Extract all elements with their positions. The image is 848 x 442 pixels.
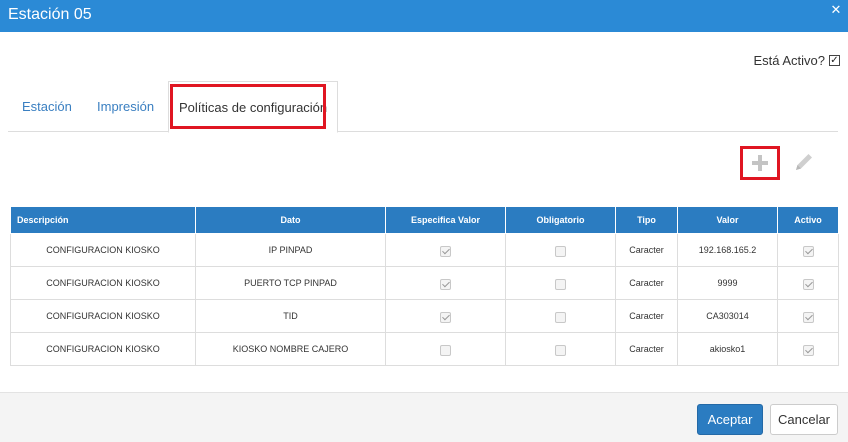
cell-dato: IP PINPAD xyxy=(195,233,386,267)
tab-impresion[interactable]: Impresión xyxy=(97,81,154,132)
col-especifica-valor[interactable]: Especifica Valor xyxy=(385,206,506,234)
add-button[interactable] xyxy=(740,146,780,180)
obligatorio-checkbox xyxy=(555,311,566,323)
cell-dato: PUERTO TCP PINPAD xyxy=(195,266,386,300)
cell-valor: 192.168.165.2 xyxy=(677,233,778,267)
col-obligatorio[interactable]: Obligatorio xyxy=(505,206,616,234)
edit-button[interactable] xyxy=(792,150,816,174)
col-dato[interactable]: Dato xyxy=(195,206,386,234)
table-row[interactable]: CONFIGURACION KIOSKO TID Caracter CA3030… xyxy=(10,299,839,333)
active-label: Está Activo? xyxy=(753,53,825,68)
close-icon[interactable]: ✕ xyxy=(828,2,844,18)
col-activo[interactable]: Activo xyxy=(777,206,839,234)
cell-descripcion: CONFIGURACION KIOSKO xyxy=(10,266,196,300)
active-toggle: Está Activo? ✓ xyxy=(753,53,840,68)
especifica-valor-checkbox xyxy=(440,344,451,356)
especifica-valor-checkbox xyxy=(440,278,451,290)
cell-descripcion: CONFIGURACION KIOSKO xyxy=(10,299,196,333)
obligatorio-checkbox xyxy=(555,278,566,290)
cell-tipo: Caracter xyxy=(615,332,678,366)
activo-checkbox xyxy=(802,311,814,323)
tab-politicas-configuracion[interactable]: Políticas de configuración xyxy=(168,81,339,133)
activo-checkbox xyxy=(802,278,814,290)
accept-button[interactable]: Aceptar xyxy=(697,404,763,435)
activo-checkbox xyxy=(802,344,814,356)
cell-tipo: Caracter xyxy=(615,299,678,333)
cancel-button[interactable]: Cancelar xyxy=(770,404,838,435)
dialog-titlebar: Estación 05 ✕ xyxy=(0,0,848,32)
obligatorio-checkbox xyxy=(555,245,566,257)
tab-bar: Estación Impresión Políticas de configur… xyxy=(8,81,838,133)
obligatorio-checkbox xyxy=(555,344,566,356)
cell-dato: TID xyxy=(195,299,386,333)
activo-checkbox xyxy=(802,245,814,257)
col-valor[interactable]: Valor xyxy=(677,206,778,234)
cell-valor: CA303014 xyxy=(677,299,778,333)
cell-tipo: Caracter xyxy=(615,233,678,267)
cell-valor: 9999 xyxy=(677,266,778,300)
cell-tipo: Caracter xyxy=(615,266,678,300)
table-header-row: Descripción Dato Especifica Valor Obliga… xyxy=(10,206,839,234)
especifica-valor-checkbox xyxy=(440,245,451,257)
config-table: Descripción Dato Especifica Valor Obliga… xyxy=(10,206,839,366)
table-row[interactable]: CONFIGURACION KIOSKO IP PINPAD Caracter … xyxy=(10,233,839,267)
especifica-valor-checkbox xyxy=(440,311,451,323)
table-row[interactable]: CONFIGURACION KIOSKO KIOSKO NOMBRE CAJER… xyxy=(10,332,839,366)
col-descripcion[interactable]: Descripción xyxy=(10,206,196,234)
cell-descripcion: CONFIGURACION KIOSKO xyxy=(10,332,196,366)
cell-descripcion: CONFIGURACION KIOSKO xyxy=(10,233,196,267)
active-checkbox[interactable]: ✓ xyxy=(829,55,840,66)
tab-estacion[interactable]: Estación xyxy=(22,81,72,132)
plus-icon xyxy=(752,155,768,171)
dialog-title: Estación 05 xyxy=(8,6,92,23)
table-row[interactable]: CONFIGURACION KIOSKO PUERTO TCP PINPAD C… xyxy=(10,266,839,300)
col-tipo[interactable]: Tipo xyxy=(615,206,678,234)
cell-valor: akiosko1 xyxy=(677,332,778,366)
pencil-icon xyxy=(796,154,812,170)
cell-dato: KIOSKO NOMBRE CAJERO xyxy=(195,332,386,366)
